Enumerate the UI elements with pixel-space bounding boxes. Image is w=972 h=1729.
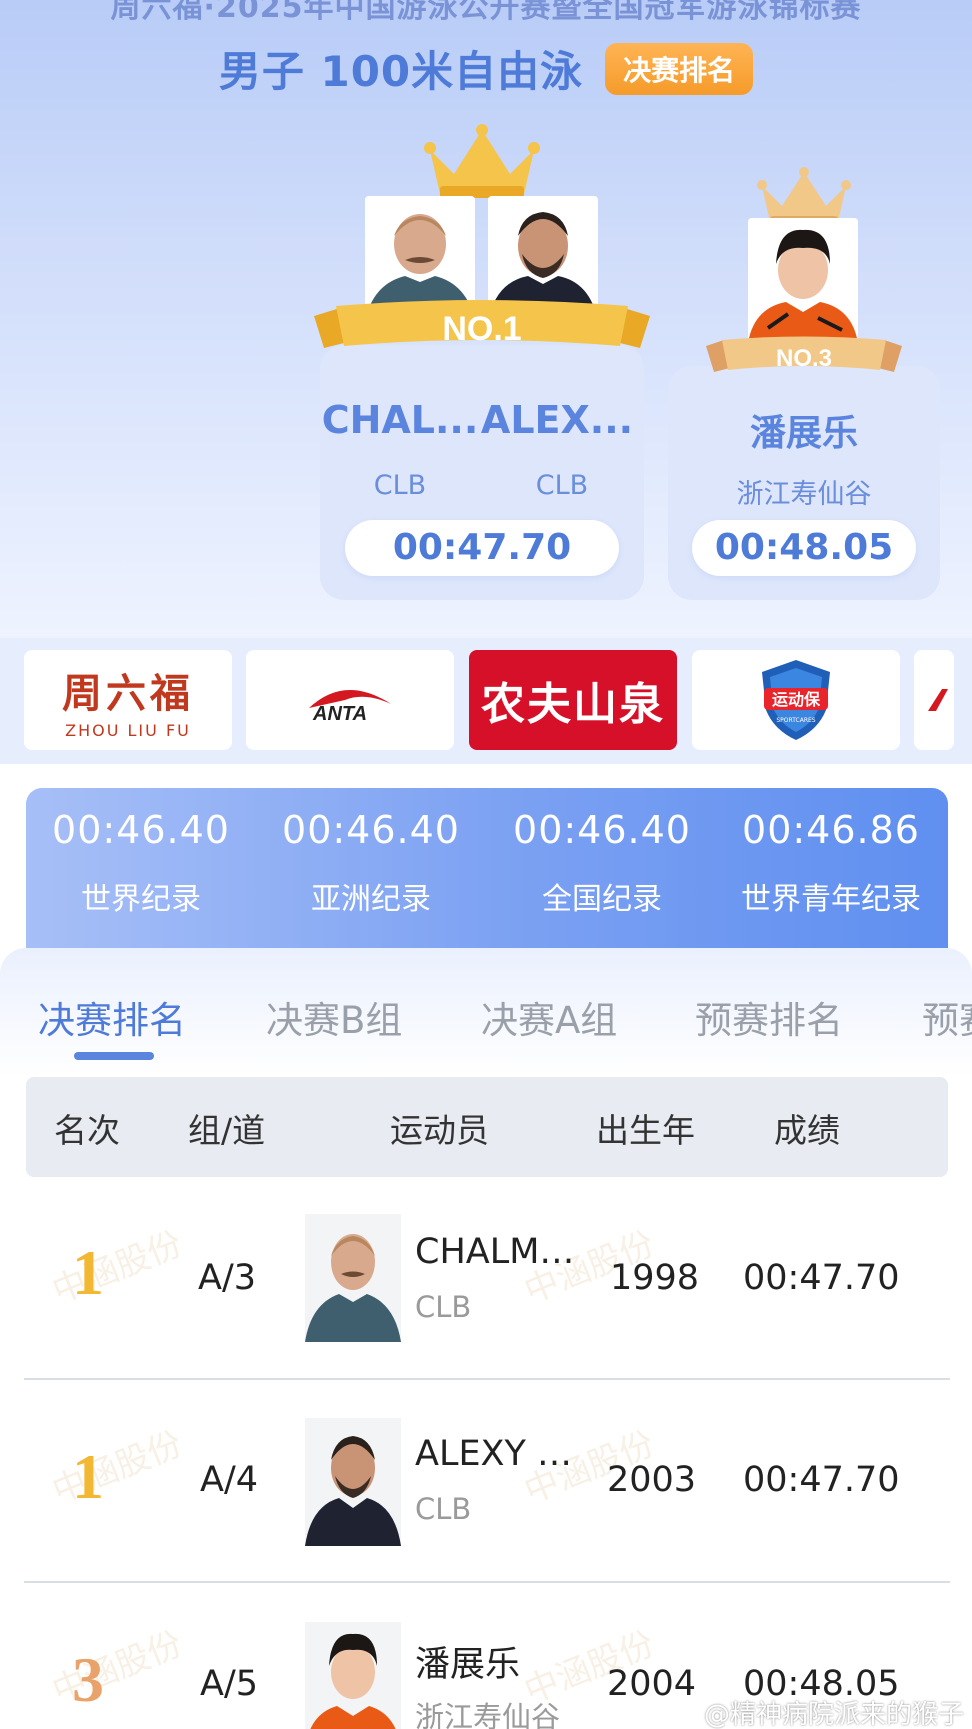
- header-result: 成绩: [774, 1111, 840, 1150]
- header-lane: 组/道: [188, 1111, 266, 1150]
- third-club: 浙江寿仙谷: [736, 479, 872, 510]
- row-divider: [24, 1581, 950, 1583]
- svg-text:运动保: 运动保: [772, 690, 821, 709]
- row-result: 00:47.70: [743, 1460, 900, 1500]
- row-athlete-name: CHALM…: [415, 1232, 575, 1272]
- row-lane: A/3: [198, 1258, 257, 1298]
- event-title-row: 男子 100米自由泳 决赛排名: [0, 38, 972, 99]
- first-club-1: CLB: [373, 470, 427, 501]
- row-birth-year: 2003: [607, 1460, 697, 1500]
- record-world-junior: 00:46.86 世界青年纪录: [716, 808, 946, 918]
- record-asia-label: 亚洲纪录: [311, 882, 431, 917]
- row-athlete-name: ALEXY …: [415, 1434, 573, 1474]
- rank-ribbon-first: NO.1: [314, 300, 650, 348]
- svg-text:SPORTCARES: SPORTCARES: [776, 717, 815, 724]
- record-world-label: 世界纪录: [81, 882, 201, 917]
- row-result: 00:47.70: [743, 1258, 900, 1298]
- sponsor-anta[interactable]: ANTA: [246, 650, 454, 750]
- header-athlete: 运动员: [390, 1111, 489, 1150]
- row-rank: 1: [72, 1441, 104, 1512]
- athlete-avatar: [305, 1214, 401, 1342]
- tab-heats-partial[interactable]: 预赛: [922, 990, 972, 1044]
- sponsor-zhouliufu-name: 周六福: [62, 669, 194, 717]
- sponsor-partial[interactable]: [914, 650, 954, 750]
- rank-ribbon-third: NO.3: [706, 336, 902, 372]
- tab-final-a[interactable]: 决赛A组: [481, 990, 617, 1044]
- sportcares-shield-icon: 运动保 SPORTCARES: [762, 660, 830, 740]
- sponsor-nongfu-name: 农夫山泉: [481, 679, 665, 730]
- row-athlete-name: 潘展乐: [415, 1645, 521, 1685]
- sponsor-nongfu[interactable]: 农夫山泉: [469, 650, 677, 750]
- weibo-credit: @精神病院派来的猴子: [703, 1700, 964, 1729]
- svg-text:NO.3: NO.3: [776, 345, 832, 372]
- svg-text:NO.1: NO.1: [442, 310, 521, 348]
- competition-title: 周六福·2025年中国游泳公开赛暨全国冠军游泳锦标赛: [110, 0, 862, 25]
- tab-heats-ranking[interactable]: 预赛排名: [695, 990, 843, 1044]
- row-lane: A/5: [200, 1664, 259, 1704]
- record-national: 00:46.40 全国纪录: [487, 808, 717, 918]
- event-name: 男子 100米自由泳: [218, 47, 584, 96]
- row-rank: 3: [72, 1644, 104, 1715]
- header-rank: 名次: [54, 1111, 120, 1150]
- record-asia: 00:46.40 亚洲纪录: [256, 808, 486, 918]
- ranking-badge: 决赛排名: [605, 42, 754, 95]
- results-panel: [0, 948, 972, 1729]
- row-athlete-club: CLB: [415, 1492, 472, 1526]
- record-asia-time: 00:46.40: [282, 808, 460, 852]
- record-national-label: 全国纪录: [542, 882, 662, 917]
- active-tab-indicator: [74, 1052, 154, 1060]
- row-divider: [24, 1378, 950, 1380]
- anta-logo-icon: ANTA: [309, 689, 391, 722]
- first-name-1: CHAL...: [321, 398, 479, 442]
- header-birth-year: 出生年: [596, 1111, 695, 1150]
- first-name-2: ALEX...: [480, 398, 634, 442]
- svg-text:ANTA: ANTA: [312, 703, 367, 722]
- record-world: 00:46.40 世界纪录: [26, 808, 256, 918]
- partial-logo-icon: [928, 689, 948, 711]
- row-athlete-club: CLB: [415, 1290, 472, 1324]
- first-club-2: CLB: [535, 470, 589, 501]
- third-time: 00:48.05: [692, 520, 916, 576]
- sponsor-zhouliufu[interactable]: 周六福 ZHOU LIU FU: [24, 650, 232, 750]
- row-birth-year: 1998: [610, 1258, 700, 1298]
- sponsor-zhouliufu-sub: ZHOU LIU FU: [65, 720, 191, 740]
- record-world-junior-time: 00:46.86: [742, 808, 920, 852]
- tab-final-ranking[interactable]: 决赛排名: [38, 990, 186, 1044]
- record-national-time: 00:46.40: [513, 808, 691, 852]
- athlete-avatar: [305, 1622, 401, 1729]
- athlete-photo-pan: [748, 218, 858, 343]
- record-world-junior-label: 世界青年纪录: [741, 882, 921, 917]
- sponsor-sportcares[interactable]: 运动保 SPORTCARES: [692, 650, 900, 750]
- record-world-time: 00:46.40: [52, 808, 230, 852]
- third-name: 潘展乐: [749, 413, 858, 454]
- records-banner: 00:46.40 世界纪录 00:46.40 亚洲纪录 00:46.40 全国纪…: [26, 788, 948, 958]
- row-birth-year: 2004: [607, 1664, 697, 1704]
- crown-icon-first: [424, 124, 540, 198]
- athlete-avatar: [305, 1418, 401, 1546]
- first-time: 00:47.70: [345, 520, 619, 576]
- row-athlete-club: 浙江寿仙谷: [415, 1700, 561, 1729]
- row-rank: 1: [72, 1237, 104, 1308]
- row-lane: A/4: [200, 1460, 259, 1500]
- tab-final-b[interactable]: 决赛B组: [266, 990, 402, 1044]
